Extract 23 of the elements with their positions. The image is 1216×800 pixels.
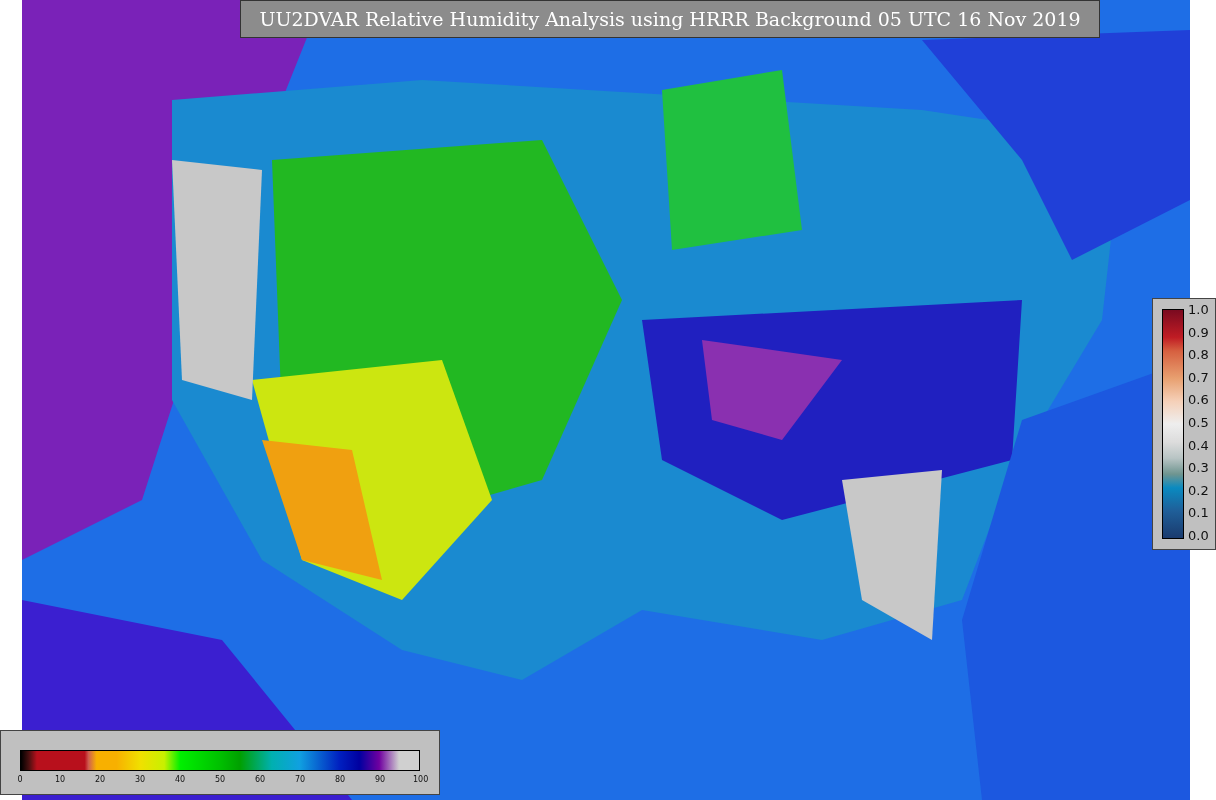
colorbar-tick-label: 0.5 — [1188, 415, 1209, 430]
colorbar-tick-label: 80 — [333, 775, 347, 784]
colorbar-tick-label: 0.8 — [1188, 348, 1209, 363]
colorbar-tick-label: 0.9 — [1188, 325, 1209, 340]
colorbar-tick-label: 1.0 — [1188, 303, 1209, 317]
colorbar-tick-label: 0 — [16, 775, 24, 784]
colorbar-tick-label: 50 — [213, 775, 227, 784]
colorbar-tick-label: 0.1 — [1188, 506, 1209, 521]
colorbar-tick-label: 70 — [293, 775, 307, 784]
colorbar-tick-label: 0.3 — [1188, 461, 1209, 476]
colorbar-tick-label: 0.2 — [1188, 483, 1209, 498]
colorbar-tick-label: 0.4 — [1188, 438, 1209, 453]
colorbar-tick-label: 60 — [253, 775, 267, 784]
colorbar-tick-label: 40 — [173, 775, 187, 784]
map-title: UU2DVAR Relative Humidity Analysis using HRRR Background 05 UTC 16 Nov 2019 — [240, 0, 1100, 38]
colorbar-tick-label: 90 — [373, 775, 387, 784]
colorbar-tick-label: 20 — [93, 775, 107, 784]
colorbar-tick-label: 30 — [133, 775, 147, 784]
colorbar-tick-label: 0.7 — [1188, 370, 1209, 385]
colorbar-tick-label: 100 — [413, 775, 427, 784]
colorbar-tick-label: 0.0 — [1188, 528, 1209, 543]
colorbar-tick-label: 10 — [53, 775, 67, 784]
colorbar-tick-label: 0.6 — [1188, 393, 1209, 408]
